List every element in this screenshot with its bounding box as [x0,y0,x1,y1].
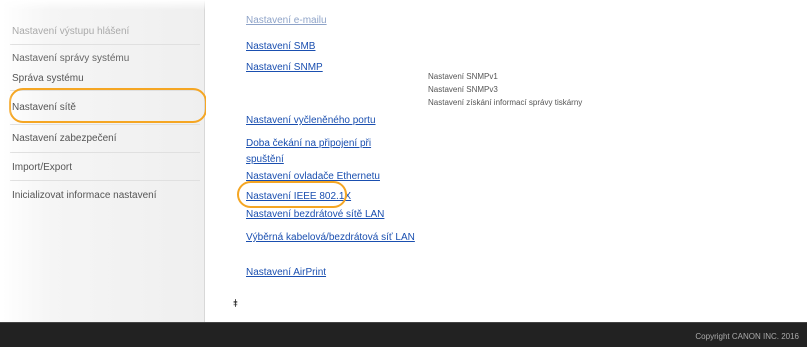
link-snmp-settings[interactable]: Nastavení SNMP [246,62,323,73]
sidebar-item-initialize-settings[interactable]: Inicializovat informace nastavení [12,190,157,201]
sidebar-section-system-management: Nastavení správy systému [12,53,130,64]
highlight-network-settings [9,88,207,123]
sidebar: Nastavení výstupu hlášení Nastavení sprá… [0,0,205,322]
snmp-printer-info-item: Nastavení získání informací správy tiská… [428,98,583,107]
sidebar-divider [10,44,200,45]
sidebar-divider [10,152,200,153]
app-frame: Nastavení výstupu hlášení Nastavení sprá… [0,0,807,347]
sidebar-item-import-export[interactable]: Import/Export [12,162,72,173]
link-dedicated-port-settings[interactable]: Nastavení vyčleněného portu [246,115,376,126]
link-wired-wireless-selection[interactable]: Výběrná kabelová/bezdrátová síť LAN [246,230,426,246]
sidebar-divider [10,180,200,181]
highlight-ieee-8021x [237,181,347,208]
link-email-settings[interactable]: Nastavení e-mailu [246,15,327,26]
link-smb-settings[interactable]: Nastavení SMB [246,41,315,52]
left-fade [0,0,12,320]
copyright-text: Copyright CANON INC. 2016 [695,332,799,341]
link-airprint-settings[interactable]: Nastavení AirPrint [246,267,326,278]
link-wireless-lan-settings[interactable]: Nastavení bezdrátové sítě LAN [246,209,384,220]
scroll-to-top-icon[interactable]: ⯒ [233,295,238,314]
sidebar-item-system-management[interactable]: Správa systému [12,73,84,84]
snmp-v3-item: Nastavení SNMPv3 [428,85,498,94]
footer: Copyright CANON INC. 2016 [0,322,807,347]
main-content: Nastavení e-mailu Nastavení SMB Nastaven… [206,0,807,322]
sidebar-divider [10,124,200,125]
top-fade [0,0,807,10]
sidebar-item-report-output[interactable]: Nastavení výstupu hlášení [12,26,129,37]
snmp-v1-item: Nastavení SNMPv1 [428,72,498,81]
link-startup-wait-time[interactable]: Doba čekání na připojení při spuštění [246,136,376,168]
sidebar-item-security-settings[interactable]: Nastavení zabezpečení [12,133,117,144]
